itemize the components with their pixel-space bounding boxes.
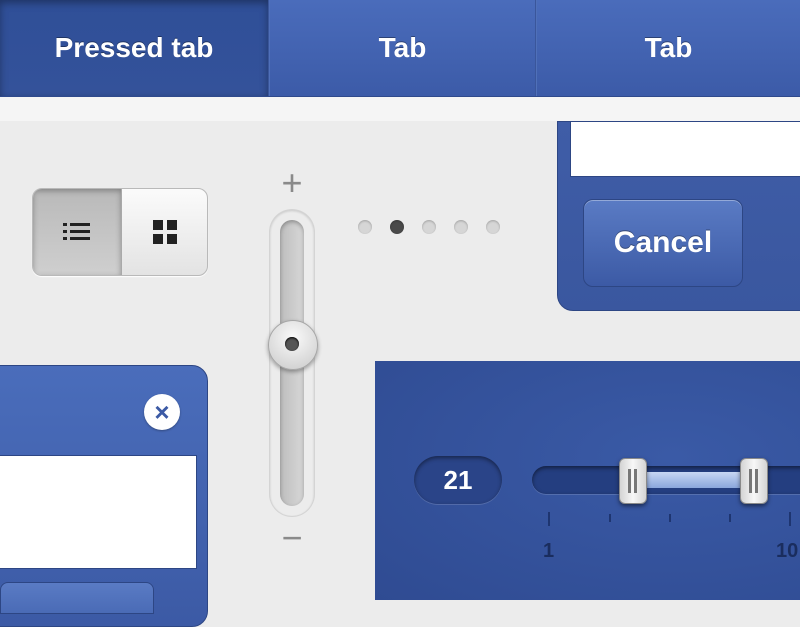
dialog-action-button[interactable] [0, 582, 154, 614]
page-dot[interactable] [422, 220, 436, 234]
tab-2[interactable]: Tab [270, 0, 535, 96]
range-slider-selection [632, 472, 754, 488]
list-icon [63, 223, 90, 240]
slider-tick [609, 514, 611, 522]
page-dot[interactable] [486, 220, 500, 234]
range-slider-handle-min[interactable] [619, 458, 647, 504]
slider-tick [729, 514, 731, 522]
page-dot[interactable] [358, 220, 372, 234]
tab-3-label: Tab [644, 32, 693, 63]
tab-3[interactable]: Tab [537, 0, 800, 96]
slider-tick [548, 512, 550, 526]
slider-min-label: 1 [543, 540, 555, 562]
range-value-badge: 21 [414, 456, 502, 504]
cancel-button[interactable]: Cancel [583, 199, 743, 287]
tab-pressed-label: Pressed tab [54, 32, 214, 63]
zoom-out-icon[interactable]: − [278, 520, 306, 556]
knob-center-dot [285, 337, 299, 351]
dialog-content-field[interactable] [0, 455, 197, 569]
close-icon[interactable]: × [144, 394, 180, 430]
dialog-text-field[interactable] [570, 122, 800, 177]
grid-icon [152, 220, 177, 244]
toolbar-strip [0, 97, 800, 121]
vertical-slider-knob[interactable] [268, 320, 318, 370]
tab-bar: Pressed tab Tab Tab [0, 0, 800, 97]
range-slider-handle-max[interactable] [740, 458, 768, 504]
dialog-top-right: Cancel [557, 121, 800, 311]
page-dot[interactable] [454, 220, 468, 234]
tab-2-label: Tab [378, 32, 427, 63]
zoom-in-icon[interactable]: + [276, 165, 308, 201]
slider-max-label: 10 [776, 540, 799, 562]
slider-tick [789, 512, 791, 526]
grid-view-button[interactable] [122, 189, 207, 275]
list-view-button[interactable] [33, 189, 122, 275]
tab-pressed[interactable]: Pressed tab [0, 0, 268, 96]
slider-tick [669, 514, 671, 522]
page-dot-active[interactable] [390, 220, 404, 234]
view-toggle [32, 188, 208, 276]
